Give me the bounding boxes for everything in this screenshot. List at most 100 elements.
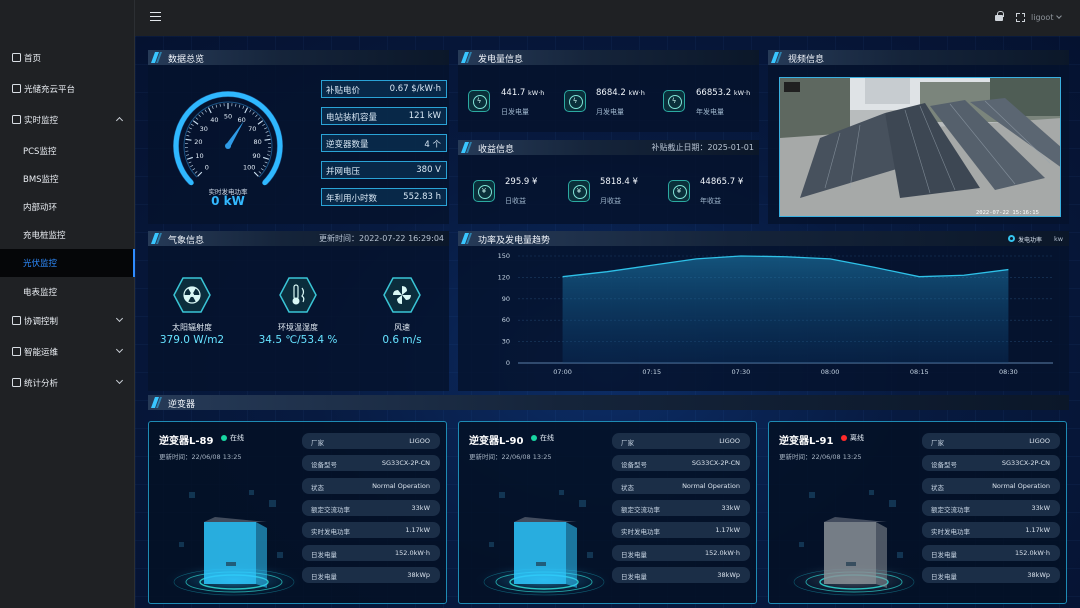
- meter-row: 电站装机容量 121 kW: [321, 107, 447, 125]
- spec-value: Normal Operation: [682, 481, 740, 490]
- spec-row: 厂家 LIGOO: [922, 433, 1060, 449]
- spec-row: 额定交流功率 33kW: [922, 499, 1060, 516]
- spec-row: 日发电量 38kWp: [302, 566, 440, 583]
- status-badge: 在线: [531, 433, 554, 443]
- x-tick-label: 07:30: [732, 368, 751, 376]
- panel-header: 数据总览: [148, 50, 449, 65]
- gauge-tick-label: 100: [243, 164, 255, 172]
- sidebar-item-label: 实时监控: [24, 116, 59, 126]
- main-content: 数据总览 0 10 20 30 40 50 60 70 80 90 100 实时发电功率 0 kW …: [135, 36, 1080, 608]
- panel-header: 发电量信息: [458, 50, 759, 65]
- gauge-tick: [260, 168, 264, 171]
- y-tick-label: 0: [506, 359, 510, 367]
- sidebar-item-home[interactable]: 首页: [0, 44, 135, 72]
- spec-key: 实时发电功率: [931, 528, 970, 537]
- image-icon: [12, 316, 21, 325]
- spec-value: SG33CX-2P-CN: [1001, 459, 1050, 468]
- sidebar-item-environment[interactable]: 内部动环: [0, 193, 135, 221]
- weather-updated-time: 更新时间：2022-07-22 16:29:04: [319, 234, 444, 243]
- x-tick-label: 08:30: [999, 368, 1018, 376]
- sidebar-item-label: 光伏监控: [23, 259, 58, 269]
- spec-value: 38kWp: [717, 570, 740, 579]
- spec-row: 厂家 LIGOO: [302, 433, 440, 449]
- sidebar-item-charger-monitor[interactable]: 充电桩监控: [0, 221, 135, 249]
- inverter-name: 逆变器L-91: [779, 436, 834, 447]
- gauge-tick: [219, 103, 221, 107]
- spec-value: 152.0kW·h: [1015, 548, 1050, 557]
- fullscreen-icon[interactable]: [1016, 13, 1025, 22]
- gauge-tick: [262, 123, 266, 126]
- x-tick-label: 08:00: [821, 368, 840, 376]
- inverter-card[interactable]: 逆变器L-90 在线 更新时间：22/06/08 13:25 厂家 LIGOO 设备…: [458, 421, 757, 604]
- inverter-card[interactable]: 逆变器L-89 在线 更新时间：22/06/08 13:25 厂家 LIGOO 设备…: [148, 421, 447, 604]
- subsidy-deadline: 补贴截止日期：2025-01-01: [651, 143, 755, 152]
- gauge-tick: [249, 109, 252, 113]
- gauge-tick-label: 0: [205, 164, 209, 172]
- meter-label: 电站装机容量: [326, 113, 378, 123]
- spec-value: 152.0kW·h: [395, 548, 430, 557]
- meter-label: 并网电压: [326, 167, 361, 177]
- spec-key: 日发电量: [621, 572, 647, 581]
- slash-icon: [150, 233, 160, 244]
- y-tick-label: 60: [502, 316, 510, 324]
- sidebar-item-operation[interactable]: 智能运维: [0, 338, 135, 366]
- app-root: 首页 光储充云平台 实时监控 PCS监控 BMS监控 内部动环 充电桩监控 光伏…: [0, 0, 1080, 608]
- panel-title: 视频信息: [788, 55, 825, 65]
- panel-title: 逆变器: [168, 400, 196, 410]
- door-exit-icon: [12, 53, 21, 62]
- spec-key: 设备型号: [931, 461, 957, 470]
- meter-value: 0.67 $/kW·h: [389, 84, 441, 94]
- inverter-section: 逆变器: [148, 395, 1069, 411]
- video-timestamp: 2022-07-22 15:16:15: [976, 210, 1039, 216]
- daily-generation-label: 日发电量: [501, 108, 529, 116]
- radiation-icon: [173, 277, 211, 313]
- user-menu[interactable]: ligoot: [1031, 13, 1053, 22]
- gauge-tick: [188, 127, 192, 130]
- gauge-tick: [201, 111, 204, 115]
- legend-label[interactable]: 发电功率: [1018, 235, 1042, 244]
- gauge-tick-label: 90: [252, 152, 260, 160]
- overview-panel: 数据总览 0 10 20 30 40 50 60 70 80 90 100 实时发电功率 0 kW …: [148, 50, 449, 224]
- yearly-income-value: 44865.7 ¥: [700, 177, 744, 187]
- inverter-device-illustration: [784, 490, 919, 598]
- spec-key: 状态: [931, 483, 944, 492]
- panel-header: 逆变器: [148, 395, 1069, 410]
- sidebar-item-label: 充电桩监控: [23, 231, 66, 241]
- spec-value: LIGOO: [1029, 437, 1050, 445]
- sidebar-item-realtime-monitor[interactable]: 实时监控: [0, 106, 135, 134]
- gauge-tick: [262, 165, 266, 167]
- sidebar-item-coordination[interactable]: 协调控制: [0, 307, 135, 335]
- slash-icon: [460, 233, 470, 244]
- sidebar-item-cloud-platform[interactable]: 光储充云平台: [0, 75, 135, 103]
- inverter-card[interactable]: 逆变器L-91 离线 更新时间：22/06/08 13:25 厂家 LIGOO 设备…: [768, 421, 1067, 604]
- status-badge: 离线: [841, 433, 864, 443]
- panel-header: 收益信息 补贴截止日期：2025-01-01: [458, 140, 759, 155]
- gauge-tick: [194, 171, 198, 174]
- gauge-tick: [215, 104, 218, 108]
- inverter-device-illustration: [474, 490, 609, 598]
- gauge-tick: [186, 135, 190, 137]
- monthly-income-label: 月收益: [600, 197, 621, 205]
- gauge-tick: [257, 117, 261, 120]
- slash-icon: [770, 52, 780, 63]
- sidebar-item-statistics[interactable]: 统计分析: [0, 369, 135, 397]
- spec-value: 152.0kW·h: [705, 548, 740, 557]
- sidebar-item-pv-monitor[interactable]: 光伏监控: [0, 249, 135, 277]
- yearly-generation-value: 66853.2 kW·h: [696, 88, 751, 98]
- sidebar-item-meter-monitor[interactable]: 电表监控: [0, 278, 135, 306]
- sidebar-item-label: 光储充云平台: [24, 85, 76, 95]
- topbar: ligoot: [135, 0, 1080, 36]
- spec-value: 33kW: [411, 503, 430, 512]
- sidebar-item-bms-monitor[interactable]: BMS监控: [0, 165, 135, 193]
- chevron-down-icon[interactable]: [1056, 13, 1062, 19]
- camera-feed[interactable]: 2022-07-22 15:16:15: [779, 77, 1061, 217]
- panel-title: 气象信息: [168, 236, 205, 246]
- lock-icon[interactable]: [995, 11, 1004, 21]
- square-arrow-icon: [12, 378, 21, 387]
- solar-roof-image: 2022-07-22 15:16:15: [780, 78, 1060, 216]
- wind-speed-label: 风速: [394, 323, 410, 332]
- hamburger-icon[interactable]: [150, 12, 161, 21]
- sidebar-item-label: 首页: [24, 54, 42, 64]
- spec-key: 设备型号: [621, 461, 647, 470]
- sidebar-item-pcs-monitor[interactable]: PCS监控: [0, 137, 135, 165]
